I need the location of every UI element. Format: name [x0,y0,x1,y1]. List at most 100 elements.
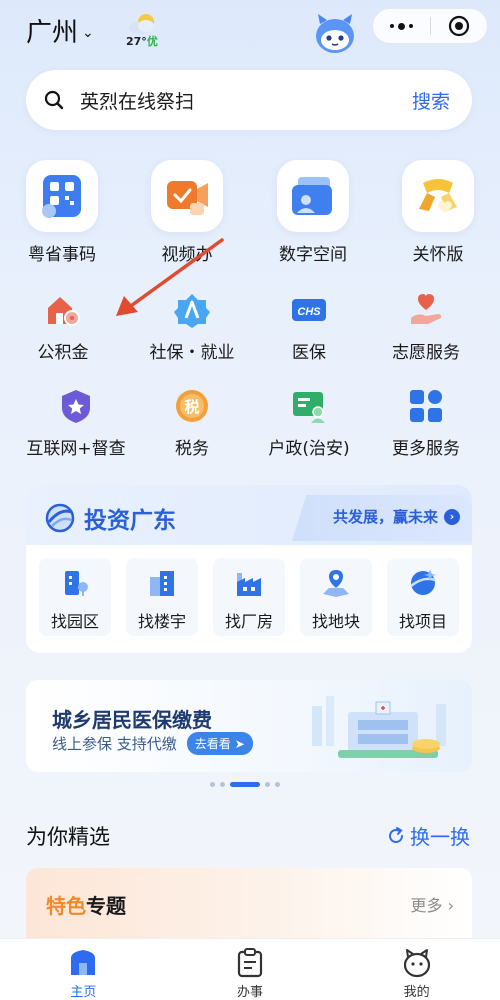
service-volunteer[interactable]: 志愿服务 [363,290,489,363]
invest-title-text: 投资广东 [84,508,176,534]
invest-item-label: 找园区 [50,612,99,631]
invest-item-building[interactable]: 找楼宇 [126,558,198,636]
invest-item-land[interactable]: 找地块 [300,558,372,636]
topic-more-label: 更多 [410,896,443,915]
digital-space-icon [292,177,332,215]
service-label: 粤省事码 [28,245,96,265]
target-icon [448,15,469,37]
banner-cta-button[interactable]: 去看看 ➤ [186,732,253,755]
service-label: 志愿服务 [392,343,460,363]
carousel-dot [265,782,270,787]
invest-item-label: 找楼宇 [137,612,186,631]
invest-title[interactable]: 投资广东 [44,501,176,535]
service-label: 数字空间 [279,245,347,265]
refresh-label: 换一换 [410,825,470,849]
invest-slogan-text: 共发展，赢未来 [332,508,438,526]
refresh-icon [389,826,403,843]
invest-item-label: 找项目 [398,612,447,631]
tab-home[interactable]: 主页 [0,939,167,1000]
search-input[interactable]: 英烈在线祭扫 [80,87,412,114]
search-bar[interactable]: 英烈在线祭扫 搜索 [26,70,472,130]
topic-more-link[interactable]: 更多 › [410,892,454,916]
building-icon [150,571,174,596]
invest-item-label: 找厂房 [224,612,273,631]
section-title: 为你精选 [26,825,110,849]
chevron-right-icon: › [444,508,460,525]
medical-insurance-badge: CHS [297,306,321,318]
factory-icon [237,573,261,596]
city-selector[interactable]: 广州 ⌄ [26,12,94,49]
banner-subtitle: 线上参保 支持代缴 [52,735,177,753]
temperature: 27° [126,35,147,48]
arrow-right-icon: ➤ [234,736,245,751]
topic-title-highlight: 特色 [46,894,86,918]
tab-label: 我的 [403,985,430,1000]
miniprogram-capsule [372,8,488,44]
banner-cta-label: 去看看 [194,737,231,751]
service-tax[interactable]: 税 税务 [129,386,255,459]
tab-label: 主页 [70,985,97,1000]
service-care-version[interactable]: 关怀版 [383,160,493,265]
more-services-icon [410,390,442,422]
invest-item-project[interactable]: 找项目 [387,558,459,636]
home-icon [71,950,96,975]
service-label: 公积金 [37,343,89,363]
topic-title-text: 专题 [86,894,126,918]
tax-badge: 税 [184,398,199,416]
project-icon [410,570,436,595]
chevron-right-icon: › [447,896,454,915]
invest-item-factory[interactable]: 找厂房 [213,558,285,636]
service-internet-supervision[interactable]: 互联网+督查 [13,386,139,459]
carousel-dot-active [230,782,260,787]
service-label: 户政(治安) [268,439,350,459]
hospital-illustration-icon [312,696,446,758]
service-label: 税务 [175,439,209,459]
tab-profile[interactable]: 我的 [333,939,500,1000]
invest-item-label: 找地块 [311,612,360,631]
close-miniprogram-button[interactable] [430,15,487,37]
featured-topic-card[interactable]: 特色专题 更多 › [26,868,472,938]
land-icon [323,570,349,597]
clipboard-icon [237,948,263,978]
assistant-mascot-icon[interactable] [310,8,360,58]
service-digital-space[interactable]: 数字空间 [258,160,368,265]
volunteer-icon [411,294,442,324]
tax-icon: 税 [176,390,208,422]
tab-services[interactable]: 办事 [167,939,334,1000]
weather-readout[interactable]: 27°优 [126,33,158,49]
air-quality: 优 [146,35,158,48]
carousel-dot [210,782,215,787]
invest-item-park[interactable]: 找园区 [39,558,111,636]
bottom-tab-bar: 主页 办事 我的 [0,938,500,1000]
service-household-registration[interactable]: 户政(治安) [246,386,372,459]
carousel-dot [220,782,225,787]
tab-label: 办事 [237,985,264,1000]
carousel-dot [275,782,280,787]
care-version-icon [419,179,457,213]
household-icon [293,392,325,423]
topic-title: 特色专题 [46,890,126,919]
search-icon [44,90,64,110]
supervision-icon [62,390,90,423]
search-button[interactable]: 搜索 [412,87,450,114]
invest-slogan-link[interactable]: 共发展，赢未来 › [333,506,460,527]
city-name: 广州 [26,18,79,48]
service-label: 关怀版 [412,245,464,265]
service-more[interactable]: 更多服务 [363,386,489,459]
banner-subtitle-row: 线上参保 支持代缴 去看看 ➤ [52,732,253,755]
medical-insurance-banner[interactable]: 城乡居民医保缴费 线上参保 支持代缴 去看看 ➤ [26,680,472,772]
housing-fund-icon [48,297,80,326]
qr-code-icon [42,175,81,218]
service-yueshengshi-code[interactable]: 粤省事码 [7,160,117,265]
medical-insurance-icon: CHS [292,299,326,321]
refresh-button[interactable]: 换一换 [386,821,470,850]
invest-guangdong-card: 投资广东 共发展，赢未来 › 找园区 找楼宇 找厂房 找地块 找项目 [26,485,472,653]
service-label: 医保 [292,343,326,363]
service-housing-fund[interactable]: 公积金 [0,290,126,363]
video-office-icon [167,181,208,215]
chevron-down-icon: ⌄ [82,24,94,41]
invest-logo-icon [45,503,75,533]
service-medical-insurance[interactable]: CHS 医保 [246,290,372,363]
carousel-indicator [210,782,280,787]
more-menu-button[interactable] [373,22,430,30]
